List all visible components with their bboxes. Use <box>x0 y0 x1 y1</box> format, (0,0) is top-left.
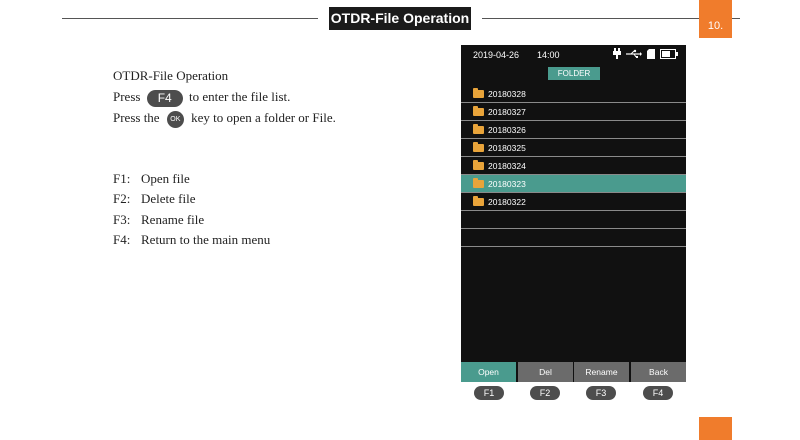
function-item-f1: F1: Open file <box>113 171 190 187</box>
empty-row <box>461 229 686 247</box>
folder-label: FOLDER <box>548 67 600 80</box>
list-item[interactable]: 20180328 <box>461 85 686 103</box>
folder-icon <box>473 88 484 98</box>
delete-button[interactable]: Del <box>518 362 573 382</box>
function-key: F2: <box>113 191 131 206</box>
folder-icon <box>473 142 484 152</box>
status-bar: 2019-04-26 14:00 <box>461 45 686 63</box>
instruction-text: key to open a folder or File. <box>191 110 336 125</box>
status-icons <box>612 48 678 62</box>
list-item[interactable]: 20180324 <box>461 157 686 175</box>
folder-name: 20180322 <box>488 197 526 207</box>
rename-button[interactable]: Rename <box>574 362 629 382</box>
f4-key[interactable]: F4 <box>643 386 673 400</box>
instruction-text: Press <box>113 89 141 104</box>
footer-accent <box>699 417 732 440</box>
function-key: F4: <box>113 232 131 247</box>
folder-name: 20180323 <box>488 179 526 189</box>
otdr-device-screen: 2019-04-26 14:00 FOLDER 20180328 2018032… <box>461 45 686 382</box>
battery-icon <box>660 49 678 59</box>
sd-card-icon <box>647 49 656 59</box>
folder-icon <box>473 124 484 134</box>
list-item[interactable]: 20180327 <box>461 103 686 121</box>
f2-key[interactable]: F2 <box>530 386 560 400</box>
status-time: 14:00 <box>537 50 560 60</box>
folder-name: 20180327 <box>488 107 526 117</box>
plug-icon <box>612 48 621 59</box>
function-label: Delete file <box>141 191 196 206</box>
instruction-line-1: Press F4 to enter the file list. <box>113 89 290 107</box>
empty-row <box>461 211 686 229</box>
function-key: F1: <box>113 171 131 186</box>
list-item[interactable]: 20180322 <box>461 193 686 211</box>
softkey-bar: Open Del Rename Back <box>461 362 686 382</box>
header-rule-left <box>62 18 318 19</box>
page-number-badge: 10. <box>699 0 732 38</box>
f1-key[interactable]: F1 <box>474 386 504 400</box>
function-label: Open file <box>141 171 190 186</box>
folder-name: 20180325 <box>488 143 526 153</box>
usb-icon <box>626 49 643 58</box>
function-key: F3: <box>113 212 131 227</box>
instruction-text: Press the <box>113 110 160 125</box>
file-list: 20180328 20180327 20180326 20180325 2018… <box>461 85 686 247</box>
open-button[interactable]: Open <box>461 362 516 382</box>
function-item-f3: F3: Rename file <box>113 212 204 228</box>
folder-icon <box>473 106 484 116</box>
f3-key[interactable]: F3 <box>586 386 616 400</box>
function-label: Return to the main menu <box>141 232 271 247</box>
status-date: 2019-04-26 <box>473 50 520 60</box>
function-label: Rename file <box>141 212 205 227</box>
list-item[interactable]: 20180326 <box>461 121 686 139</box>
ok-key-icon: OK <box>166 110 184 128</box>
instructions-heading: OTDR-File Operation <box>113 68 229 83</box>
list-item-selected[interactable]: 20180323 <box>461 175 686 193</box>
folder-icon <box>473 178 484 188</box>
folder-name: 20180326 <box>488 125 526 135</box>
folder-name: 20180328 <box>488 89 526 99</box>
function-item-f4: F4: Return to the main menu <box>113 232 270 248</box>
page-title: OTDR-File Operation <box>329 7 471 30</box>
function-item-f2: F2: Delete file <box>113 191 196 207</box>
folder-icon <box>473 196 484 206</box>
instruction-line-2: Press the OK key to open a folder or Fil… <box>113 110 336 128</box>
instruction-text: to enter the file list. <box>188 89 291 104</box>
folder-icon <box>473 160 484 170</box>
f4-key-icon: F4 <box>146 89 183 107</box>
list-item[interactable]: 20180325 <box>461 139 686 157</box>
folder-name: 20180324 <box>488 161 526 171</box>
back-button[interactable]: Back <box>631 362 686 382</box>
